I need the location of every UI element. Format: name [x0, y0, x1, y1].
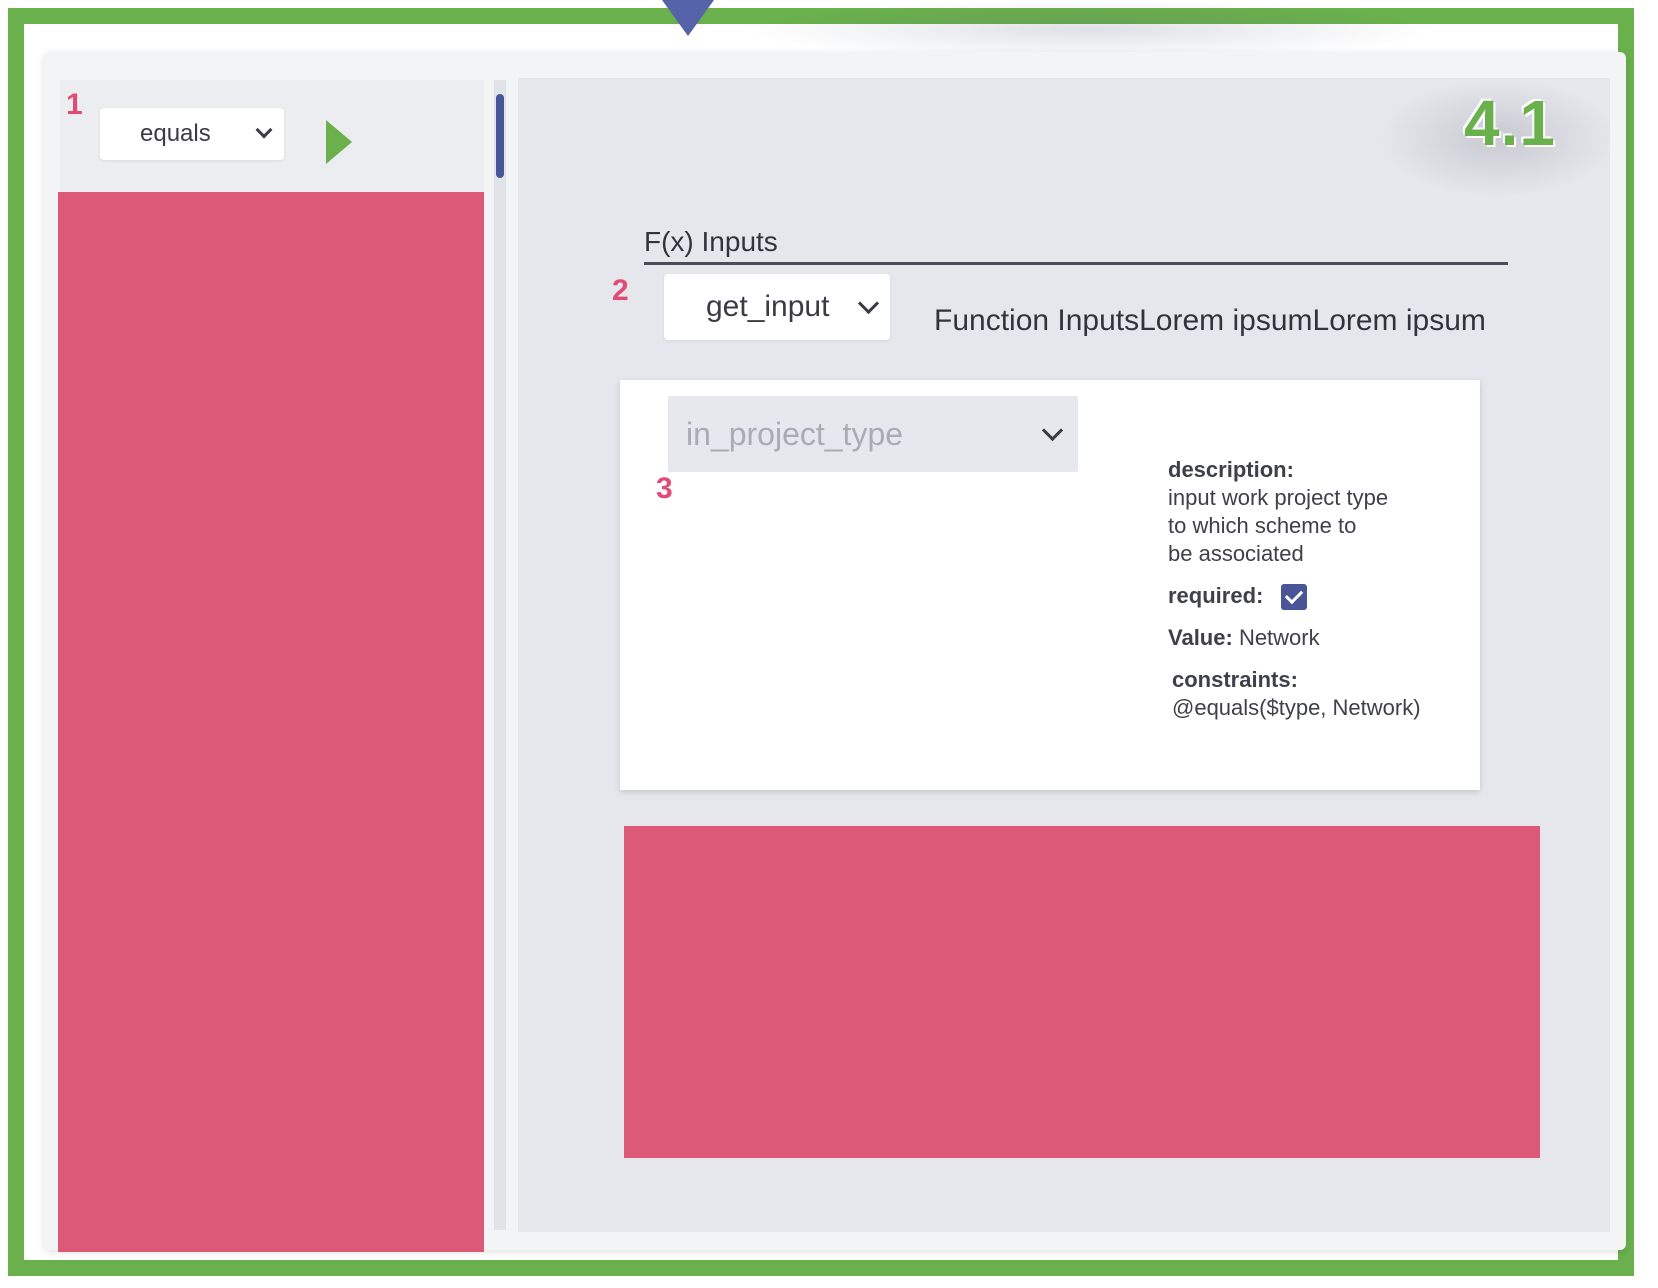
description-line: input work project type [1168, 485, 1389, 510]
chevron-down-icon [857, 292, 880, 314]
right-panel: 4.1 F(x) Inputs 2 get_input Function Inp… [518, 78, 1618, 1232]
section-title: F(x) Inputs [644, 226, 778, 257]
version-label: 4.1 [1464, 87, 1556, 159]
redacted-area-right [624, 826, 1540, 1158]
constraints-key: constraints: [1172, 667, 1298, 693]
constraints-block: constraints: @equals($type, Network) [1168, 666, 1468, 722]
description-block: description: input work project type to … [1168, 456, 1468, 568]
splitter-handle[interactable] [496, 94, 504, 178]
value-text: Network [1238, 625, 1320, 651]
function-select[interactable]: get_input [664, 274, 890, 340]
left-panel: 1 equals [58, 80, 484, 1252]
description-line: be associated [1168, 541, 1304, 566]
operator-select-value: equals [140, 120, 211, 147]
function-description: Function InputsLorem ipsumLorem ipsum [934, 304, 1486, 337]
panel-splitter[interactable] [494, 80, 506, 1230]
step-marker-3: 3 [656, 472, 673, 505]
redacted-area-left [58, 192, 484, 1252]
constraints-text: @equals($type, Network) [1172, 695, 1421, 721]
operator-select[interactable]: equals [100, 108, 284, 160]
section-divider [644, 262, 1508, 265]
value-row: Value: Network [1168, 624, 1468, 652]
chevron-down-icon [255, 121, 273, 139]
top-blur [740, 0, 1440, 60]
left-toolbar: 1 equals [60, 80, 484, 192]
function-select-value: get_input [706, 290, 830, 323]
input-info: description: input work project type to … [1168, 456, 1468, 736]
description-key: description: [1168, 457, 1294, 482]
required-key: required: [1168, 583, 1264, 608]
description-line: to which scheme to [1168, 513, 1357, 538]
pointer-triangle-icon [662, 0, 714, 36]
input-select-value: in_project_type [686, 415, 904, 452]
play-icon[interactable] [326, 120, 352, 164]
step-marker-2: 2 [612, 274, 629, 307]
input-card: in_project_type 3 description: input wor… [620, 380, 1480, 790]
required-row: required: [1168, 582, 1468, 611]
chevron-down-icon [1041, 419, 1064, 441]
checkmark-icon [1285, 585, 1304, 605]
step-marker-1: 1 [66, 88, 83, 121]
value-key: Value: [1168, 625, 1233, 651]
required-checkbox[interactable] [1281, 584, 1308, 611]
input-select[interactable]: in_project_type [668, 396, 1078, 472]
